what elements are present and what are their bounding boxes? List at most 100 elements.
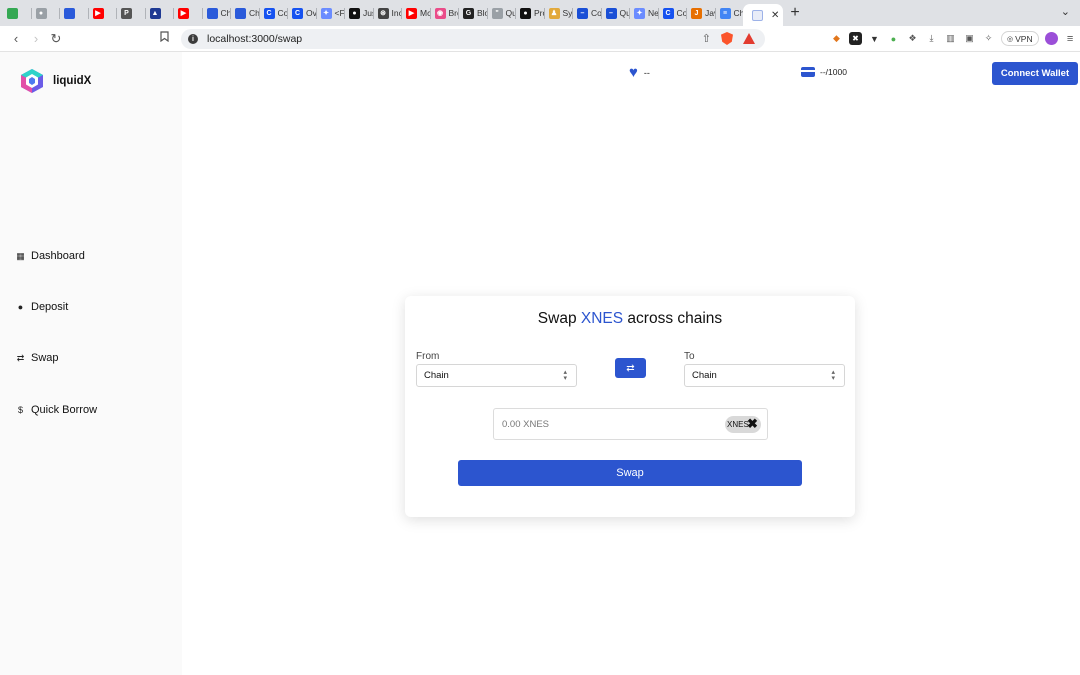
metamask-icon[interactable]: ◆: [830, 32, 843, 45]
chainlink-icon: [206, 7, 218, 19]
browser-tab[interactable]: ◉Bro: [429, 3, 458, 23]
puzzle-icon[interactable]: ❖: [906, 32, 919, 45]
sidebar-icon[interactable]: ▥: [944, 32, 957, 45]
browser-tab[interactable]: " Qu: [486, 3, 516, 23]
sidebar-item-label: Swap: [31, 352, 59, 364]
menu-icon[interactable]: ≡: [1064, 32, 1077, 45]
app-icon: [752, 9, 763, 21]
browser-tab[interactable]: ✦ Ne: [629, 3, 658, 23]
credits-value: --/1000: [820, 67, 847, 77]
sidebar-item-label: Quick Borrow: [31, 404, 98, 416]
gemini-icon: ✦: [634, 7, 645, 19]
back-icon[interactable]: ‹: [6, 31, 26, 46]
browser-tab[interactable]: ⊛ Inc: [372, 3, 401, 23]
browser-tab-label: Ch: [733, 8, 744, 18]
browser-tab[interactable]: C Co: [657, 3, 686, 23]
active-tab[interactable]: ✕: [743, 4, 783, 26]
browser-tab[interactable]: ▶: [173, 3, 202, 23]
browser-tab-label: Ch: [249, 8, 259, 18]
browser-tab-label: Jav: [705, 8, 715, 18]
sidebar: liquidX ▦ Dashboard ● Deposit ⇄ Swap $ Quick Bo…: [0, 52, 182, 675]
extension-x-icon[interactable]: ✖: [849, 32, 862, 45]
connect-wallet-button[interactable]: Connect Wallet: [992, 62, 1078, 85]
browser-tab[interactable]: – Co: [572, 3, 601, 23]
sidebar-item-deposit[interactable]: ● Deposit: [16, 301, 69, 313]
sidebar-item-dashboard[interactable]: ▦ Dashboard: [16, 250, 85, 262]
triangle-icon: ▲: [149, 7, 161, 19]
browser-tab[interactable]: ▶ Mc: [401, 3, 430, 23]
site-info-icon[interactable]: i: [188, 34, 198, 44]
browser-tab-label: Co: [591, 8, 601, 18]
brand-name: liquidX: [53, 75, 92, 87]
close-tab-icon[interactable]: ✕: [771, 10, 779, 21]
browser-tab-label: Qu: [505, 8, 516, 18]
browser-tab[interactable]: ✦ <F: [315, 3, 344, 23]
browser-tab[interactable]: [2, 3, 31, 23]
wallet-icon[interactable]: ▣: [963, 32, 976, 45]
minus-circle-icon: –: [605, 7, 617, 19]
reload-icon[interactable]: ↻: [46, 31, 66, 47]
share-icon[interactable]: ⇧: [702, 32, 711, 45]
heart-icon: ♥: [629, 64, 638, 81]
new-tab-button[interactable]: +: [783, 4, 807, 22]
address-bar[interactable]: i localhost:3000/swap ⇧: [181, 29, 765, 49]
amount-input[interactable]: [494, 409, 719, 439]
pdf-icon: P: [121, 7, 132, 19]
browser-tab[interactable]: – Qu: [600, 3, 629, 23]
extensions-area: ◆ ✖ ▼ ● ❖ ⤓ ▥ ▣ ✧ ◎ VPN ≡: [830, 31, 1077, 46]
chevron-updown-icon: ▴ ▾: [831, 369, 835, 382]
browser-tab[interactable]: ●Pro: [515, 3, 544, 23]
browser-tab[interactable]: JJav: [686, 3, 715, 23]
brand-logo[interactable]: liquidX: [19, 68, 91, 94]
browser-tab[interactable]: ●: [30, 3, 60, 23]
browser-tab-label: Mc: [420, 8, 430, 18]
docs-icon: ≡: [719, 7, 731, 19]
dashboard-icon: ▦: [16, 250, 25, 261]
browser-tab[interactable]: Ch: [201, 3, 230, 23]
extension-shield-icon[interactable]: ▼: [868, 32, 881, 45]
chainlink-icon: [64, 7, 75, 19]
page-title: Swap XNES across chains: [405, 310, 855, 328]
vpn-button[interactable]: ◎ VPN: [1001, 31, 1039, 46]
browser-tab[interactable]: ●Jus: [344, 3, 373, 23]
browser-tab[interactable]: [59, 3, 88, 23]
browser-tab[interactable]: GBlo: [458, 3, 487, 23]
sidebar-item-swap[interactable]: ⇄ Swap: [16, 352, 59, 364]
browser-tab[interactable]: ▲: [144, 3, 174, 23]
browser-tab[interactable]: Ch: [230, 3, 259, 23]
brave-shields-icon[interactable]: [721, 32, 733, 45]
from-chain-select[interactable]: Chain ▴ ▾: [416, 364, 577, 387]
xnes-token-icon: ✖: [747, 416, 758, 431]
browser-tab-label: Blo: [477, 8, 487, 18]
profile-avatar-icon[interactable]: [1044, 32, 1058, 45]
swap-direction-button[interactable]: ⇄: [615, 358, 646, 378]
extension-color-icon[interactable]: ●: [887, 32, 900, 45]
bomb-icon: ●: [17, 302, 24, 312]
browser-tab[interactable]: C Co: [258, 3, 287, 23]
tab-search-chevron-icon[interactable]: ⌄: [1061, 5, 1070, 18]
from-chain-value: Chain: [424, 370, 449, 381]
quote-icon: ": [491, 7, 503, 19]
sidebar-item-label: Dashboard: [31, 250, 85, 262]
brave-rewards-icon[interactable]: [743, 33, 755, 44]
token-symbol: XNES: [727, 420, 749, 429]
browser-tab[interactable]: ≡ Ch: [714, 3, 744, 23]
sidebar-item-quick-borrow[interactable]: $ Quick Borrow: [16, 404, 97, 416]
browser-tab[interactable]: ♟Syl: [543, 3, 572, 23]
forward-icon[interactable]: ›: [26, 31, 46, 46]
browser-tab[interactable]: ▶: [87, 3, 117, 23]
bookmark-icon[interactable]: [160, 31, 169, 45]
browser-tab[interactable]: P: [116, 3, 145, 23]
credit-card-icon: [801, 67, 815, 77]
openai-icon: ⊛: [377, 7, 389, 19]
browser-tab-label: Ov: [306, 8, 316, 18]
to-chain-select[interactable]: Chain ▴ ▾: [684, 364, 845, 387]
browser-tab[interactable]: C Ov: [287, 3, 316, 23]
browser-tab-label: Jus: [363, 8, 373, 18]
title-prefix: Swap: [537, 310, 581, 327]
download-icon[interactable]: ⤓: [925, 32, 938, 45]
leo-ai-icon[interactable]: ✧: [982, 32, 995, 45]
swap-button[interactable]: Swap: [458, 460, 802, 486]
to-label: To: [684, 351, 695, 362]
url-text: localhost:3000/swap: [207, 33, 303, 45]
